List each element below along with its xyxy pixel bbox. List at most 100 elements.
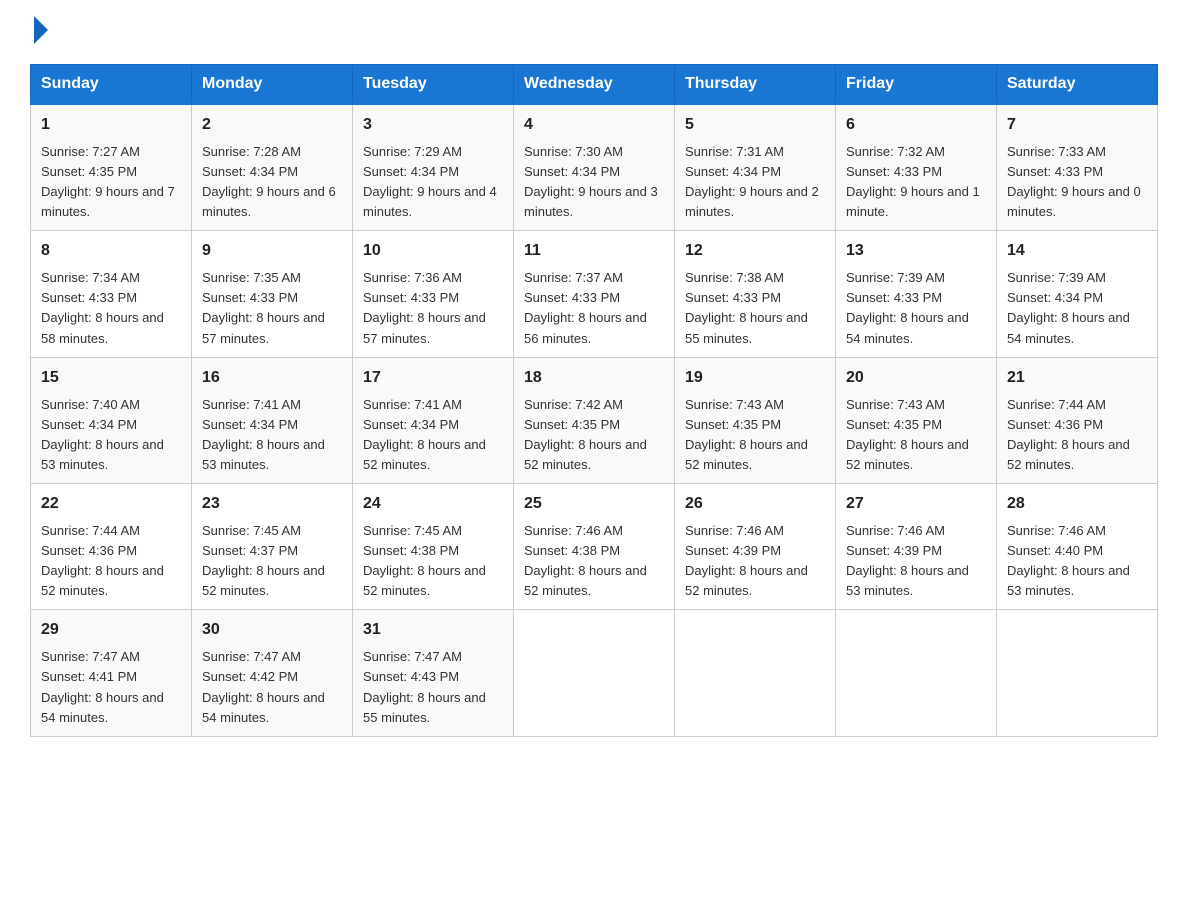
day-info: Sunrise: 7:36 AMSunset: 4:33 PMDaylight:… xyxy=(363,268,503,349)
calendar-cell: 13 Sunrise: 7:39 AMSunset: 4:33 PMDayligh… xyxy=(836,231,997,357)
day-info: Sunrise: 7:29 AMSunset: 4:34 PMDaylight:… xyxy=(363,142,503,223)
logo xyxy=(30,20,48,44)
calendar-week-row: 8 Sunrise: 7:34 AMSunset: 4:33 PMDaylight… xyxy=(31,231,1158,357)
day-info: Sunrise: 7:33 AMSunset: 4:33 PMDaylight:… xyxy=(1007,142,1147,223)
day-number: 15 xyxy=(41,366,181,391)
calendar-week-row: 1 Sunrise: 7:27 AMSunset: 4:35 PMDaylight… xyxy=(31,104,1158,231)
calendar-cell: 18Sunrise: 7:42 AMSunset: 4:35 PMDayligh… xyxy=(514,357,675,483)
day-info: Sunrise: 7:34 AMSunset: 4:33 PMDaylight:… xyxy=(41,268,181,349)
day-number: 5 xyxy=(685,113,825,138)
day-number: 7 xyxy=(1007,113,1147,138)
calendar-cell: 8 Sunrise: 7:34 AMSunset: 4:33 PMDaylight… xyxy=(31,231,192,357)
calendar-cell: 16 Sunrise: 7:41 AMSunset: 4:34 PMDayligh… xyxy=(192,357,353,483)
calendar-cell: 11 Sunrise: 7:37 AMSunset: 4:33 PMDayligh… xyxy=(514,231,675,357)
column-header-friday: Friday xyxy=(836,65,997,105)
day-number: 17 xyxy=(363,366,503,391)
calendar-week-row: 29 Sunrise: 7:47 AMSunset: 4:41 PMDayligh… xyxy=(31,610,1158,736)
column-header-saturday: Saturday xyxy=(997,65,1158,105)
day-number: 2 xyxy=(202,113,342,138)
day-info: Sunrise: 7:44 AMSunset: 4:36 PMDaylight:… xyxy=(41,521,181,602)
day-number: 25 xyxy=(524,492,664,517)
day-info: Sunrise: 7:28 AMSunset: 4:34 PMDaylight:… xyxy=(202,142,342,223)
calendar-cell: 10 Sunrise: 7:36 AMSunset: 4:33 PMDayligh… xyxy=(353,231,514,357)
day-info: Sunrise: 7:41 AMSunset: 4:34 PMDaylight:… xyxy=(202,395,342,476)
day-number: 13 xyxy=(846,239,986,264)
column-header-thursday: Thursday xyxy=(675,65,836,105)
column-header-sunday: Sunday xyxy=(31,65,192,105)
day-info: Sunrise: 7:39 AMSunset: 4:33 PMDaylight:… xyxy=(846,268,986,349)
day-info: Sunrise: 7:30 AMSunset: 4:34 PMDaylight:… xyxy=(524,142,664,223)
calendar-cell: 2 Sunrise: 7:28 AMSunset: 4:34 PMDaylight… xyxy=(192,104,353,231)
day-number: 29 xyxy=(41,618,181,643)
day-number: 10 xyxy=(363,239,503,264)
day-info: Sunrise: 7:45 AMSunset: 4:38 PMDaylight:… xyxy=(363,521,503,602)
calendar-cell: 21Sunrise: 7:44 AMSunset: 4:36 PMDayligh… xyxy=(997,357,1158,483)
calendar-cell: 5 Sunrise: 7:31 AMSunset: 4:34 PMDaylight… xyxy=(675,104,836,231)
column-header-monday: Monday xyxy=(192,65,353,105)
day-number: 11 xyxy=(524,239,664,264)
calendar-cell xyxy=(675,610,836,736)
day-number: 9 xyxy=(202,239,342,264)
day-info: Sunrise: 7:42 AMSunset: 4:35 PMDaylight:… xyxy=(524,395,664,476)
calendar-cell: 20 Sunrise: 7:43 AMSunset: 4:35 PMDayligh… xyxy=(836,357,997,483)
day-number: 12 xyxy=(685,239,825,264)
day-number: 19 xyxy=(685,366,825,391)
day-number: 23 xyxy=(202,492,342,517)
calendar-cell: 4 Sunrise: 7:30 AMSunset: 4:34 PMDaylight… xyxy=(514,104,675,231)
day-info: Sunrise: 7:46 AMSunset: 4:39 PMDaylight:… xyxy=(685,521,825,602)
column-header-wednesday: Wednesday xyxy=(514,65,675,105)
calendar-cell: 27 Sunrise: 7:46 AMSunset: 4:39 PMDayligh… xyxy=(836,484,997,610)
day-info: Sunrise: 7:46 AMSunset: 4:40 PMDaylight:… xyxy=(1007,521,1147,602)
day-number: 6 xyxy=(846,113,986,138)
day-number: 26 xyxy=(685,492,825,517)
day-info: Sunrise: 7:47 AMSunset: 4:41 PMDaylight:… xyxy=(41,647,181,728)
day-info: Sunrise: 7:37 AMSunset: 4:33 PMDaylight:… xyxy=(524,268,664,349)
logo-arrow-icon xyxy=(34,16,48,44)
calendar-cell xyxy=(836,610,997,736)
calendar-cell: 30Sunrise: 7:47 AMSunset: 4:42 PMDayligh… xyxy=(192,610,353,736)
day-number: 8 xyxy=(41,239,181,264)
calendar-cell: 31Sunrise: 7:47 AMSunset: 4:43 PMDayligh… xyxy=(353,610,514,736)
day-number: 3 xyxy=(363,113,503,138)
day-info: Sunrise: 7:46 AMSunset: 4:39 PMDaylight:… xyxy=(846,521,986,602)
day-info: Sunrise: 7:27 AMSunset: 4:35 PMDaylight:… xyxy=(41,142,181,223)
calendar-cell: 14Sunrise: 7:39 AMSunset: 4:34 PMDayligh… xyxy=(997,231,1158,357)
column-header-tuesday: Tuesday xyxy=(353,65,514,105)
calendar-week-row: 15 Sunrise: 7:40 AMSunset: 4:34 PMDayligh… xyxy=(31,357,1158,483)
calendar-table: SundayMondayTuesdayWednesdayThursdayFrid… xyxy=(30,64,1158,737)
calendar-cell: 25 Sunrise: 7:46 AMSunset: 4:38 PMDayligh… xyxy=(514,484,675,610)
day-number: 31 xyxy=(363,618,503,643)
day-number: 1 xyxy=(41,113,181,138)
day-info: Sunrise: 7:45 AMSunset: 4:37 PMDaylight:… xyxy=(202,521,342,602)
calendar-cell: 7 Sunrise: 7:33 AMSunset: 4:33 PMDaylight… xyxy=(997,104,1158,231)
day-info: Sunrise: 7:43 AMSunset: 4:35 PMDaylight:… xyxy=(685,395,825,476)
calendar-cell: 6 Sunrise: 7:32 AMSunset: 4:33 PMDaylight… xyxy=(836,104,997,231)
calendar-cell: 19 Sunrise: 7:43 AMSunset: 4:35 PMDayligh… xyxy=(675,357,836,483)
page-header xyxy=(30,20,1158,44)
day-info: Sunrise: 7:31 AMSunset: 4:34 PMDaylight:… xyxy=(685,142,825,223)
calendar-week-row: 22Sunrise: 7:44 AMSunset: 4:36 PMDayligh… xyxy=(31,484,1158,610)
calendar-cell: 23 Sunrise: 7:45 AMSunset: 4:37 PMDayligh… xyxy=(192,484,353,610)
day-number: 28 xyxy=(1007,492,1147,517)
day-info: Sunrise: 7:43 AMSunset: 4:35 PMDaylight:… xyxy=(846,395,986,476)
day-number: 20 xyxy=(846,366,986,391)
day-number: 24 xyxy=(363,492,503,517)
day-info: Sunrise: 7:35 AMSunset: 4:33 PMDaylight:… xyxy=(202,268,342,349)
calendar-cell: 24 Sunrise: 7:45 AMSunset: 4:38 PMDayligh… xyxy=(353,484,514,610)
day-number: 4 xyxy=(524,113,664,138)
calendar-cell: 12 Sunrise: 7:38 AMSunset: 4:33 PMDayligh… xyxy=(675,231,836,357)
day-number: 16 xyxy=(202,366,342,391)
calendar-cell: 15 Sunrise: 7:40 AMSunset: 4:34 PMDayligh… xyxy=(31,357,192,483)
day-info: Sunrise: 7:38 AMSunset: 4:33 PMDaylight:… xyxy=(685,268,825,349)
calendar-cell: 1 Sunrise: 7:27 AMSunset: 4:35 PMDaylight… xyxy=(31,104,192,231)
day-info: Sunrise: 7:32 AMSunset: 4:33 PMDaylight:… xyxy=(846,142,986,223)
calendar-header-row: SundayMondayTuesdayWednesdayThursdayFrid… xyxy=(31,65,1158,105)
calendar-cell: 26 Sunrise: 7:46 AMSunset: 4:39 PMDayligh… xyxy=(675,484,836,610)
day-info: Sunrise: 7:39 AMSunset: 4:34 PMDaylight:… xyxy=(1007,268,1147,349)
calendar-cell: 17Sunrise: 7:41 AMSunset: 4:34 PMDayligh… xyxy=(353,357,514,483)
day-info: Sunrise: 7:46 AMSunset: 4:38 PMDaylight:… xyxy=(524,521,664,602)
day-number: 30 xyxy=(202,618,342,643)
calendar-cell: 22Sunrise: 7:44 AMSunset: 4:36 PMDayligh… xyxy=(31,484,192,610)
day-info: Sunrise: 7:40 AMSunset: 4:34 PMDaylight:… xyxy=(41,395,181,476)
day-number: 27 xyxy=(846,492,986,517)
